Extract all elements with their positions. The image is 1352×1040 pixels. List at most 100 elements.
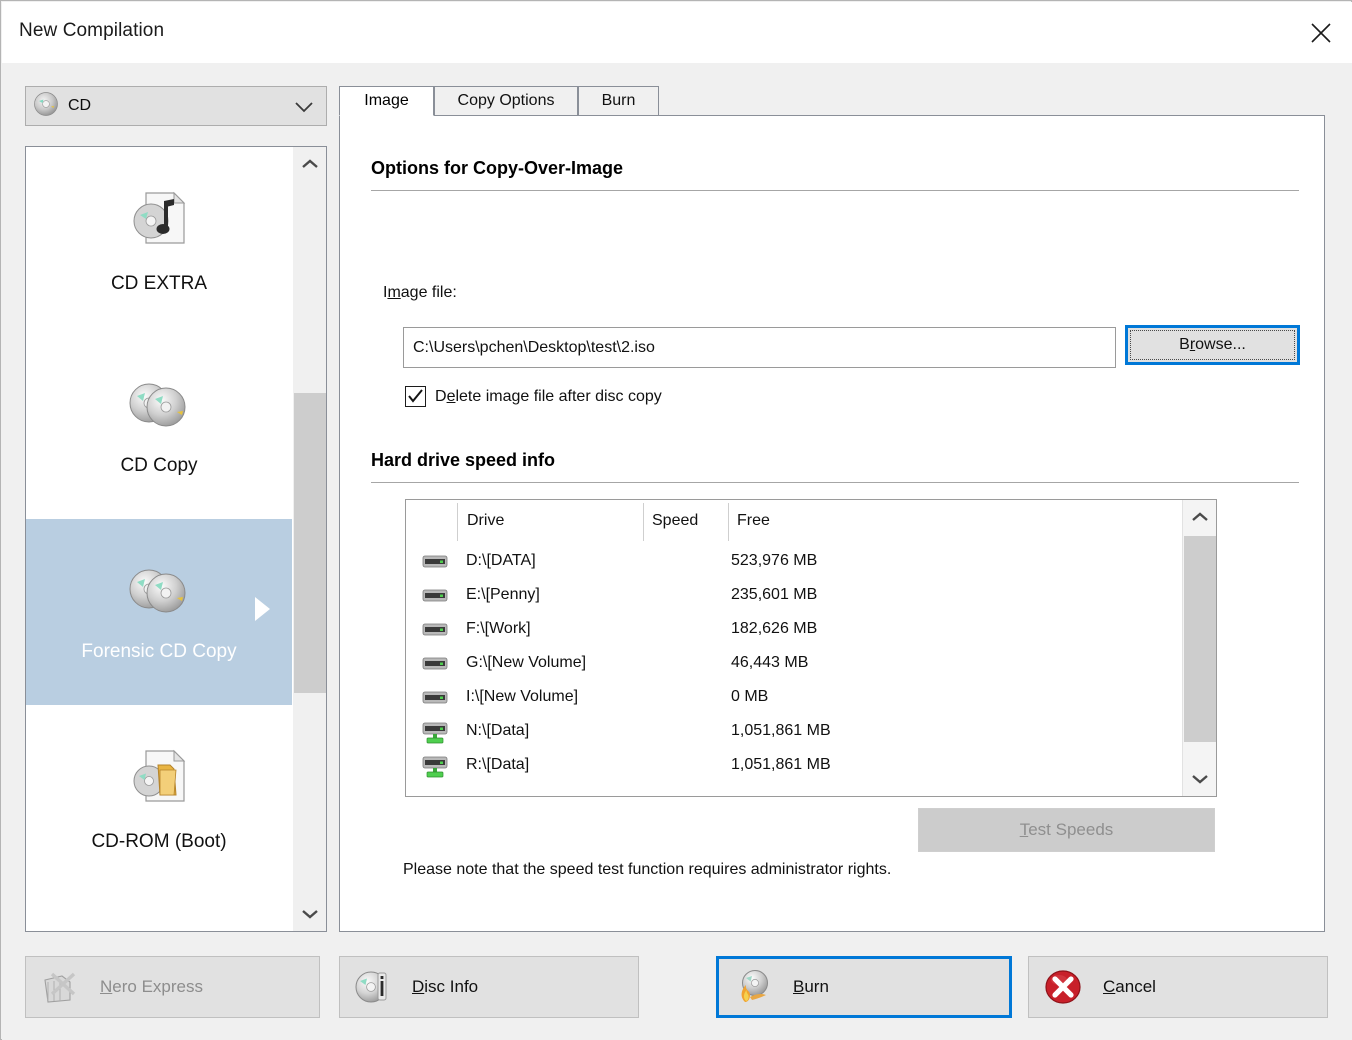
nero-express-icon xyxy=(40,968,82,1006)
cd-music-document-icon xyxy=(124,185,194,259)
table-row[interactable]: D:\[DATA] 523,976 MB xyxy=(406,544,1216,578)
column-header-speed[interactable]: Speed xyxy=(652,512,698,530)
two-discs-icon xyxy=(124,561,194,627)
footer-button-bar: Nero Express xyxy=(2,943,1352,1040)
test-speeds-label: Test Speeds xyxy=(1020,820,1114,840)
cell-drive: D:\[DATA] xyxy=(466,552,536,570)
cell-free: 235,601 MB xyxy=(731,586,817,604)
drive-table-scrollbar[interactable] xyxy=(1182,500,1216,796)
admin-rights-note: Please note that the speed test function… xyxy=(403,861,891,879)
column-divider xyxy=(728,503,729,541)
table-row[interactable]: G:\[New Volume] 46,443 MB xyxy=(406,646,1216,680)
hard-drive-icon xyxy=(422,585,448,609)
scrollbar-thumb[interactable] xyxy=(1184,536,1216,742)
cell-free: 46,443 MB xyxy=(731,654,808,672)
disc-info-label: Disc Info xyxy=(412,977,478,997)
speed-section-title: Hard drive speed info xyxy=(371,450,555,471)
cell-free: 523,976 MB xyxy=(731,552,817,570)
cancel-button[interactable]: Cancel xyxy=(1028,956,1328,1018)
table-row[interactable]: I:\[New Volume] 0 MB xyxy=(406,680,1216,714)
tab-burn[interactable]: Burn xyxy=(578,86,659,116)
compilation-type-cd-copy[interactable]: CD Copy xyxy=(26,333,292,519)
delete-image-checkbox[interactable] xyxy=(405,386,426,407)
label-mnemonic: C xyxy=(1103,977,1115,996)
label-part: est Speeds xyxy=(1028,820,1113,839)
media-type-select[interactable]: CD xyxy=(25,86,327,126)
red-x-icon xyxy=(1043,968,1085,1006)
cell-free: 1,051,861 MB xyxy=(731,756,831,774)
chevron-right-icon xyxy=(255,597,270,621)
burn-label: Burn xyxy=(793,977,829,997)
tab-label: Image xyxy=(364,92,408,110)
delete-image-checkbox-label: Delete image file after disc copy xyxy=(435,388,662,406)
compilation-type-list[interactable]: CD EXTRA xyxy=(25,146,327,932)
tab-label: Burn xyxy=(602,92,636,110)
tab-label: Copy Options xyxy=(458,92,555,110)
compilation-list-scrollbar[interactable] xyxy=(292,147,326,931)
tab-image[interactable]: Image xyxy=(339,86,434,116)
column-header-drive[interactable]: Drive xyxy=(467,512,504,530)
window-title: New Compilation xyxy=(19,20,164,42)
burn-button[interactable]: Burn xyxy=(716,956,1012,1018)
label-part: D xyxy=(435,388,447,405)
table-row[interactable]: E:\[Penny] 235,601 MB xyxy=(406,578,1216,612)
label-part: ancel xyxy=(1115,977,1156,996)
compilation-type-label: CD Copy xyxy=(120,455,197,477)
cell-drive: E:\[Penny] xyxy=(466,586,540,604)
media-type-value: CD xyxy=(68,97,91,115)
nero-express-button[interactable]: Nero Express xyxy=(25,956,320,1018)
scrollbar-thumb[interactable] xyxy=(294,393,326,693)
cell-drive: F:\[Work] xyxy=(466,620,531,638)
label-part: B xyxy=(1179,336,1190,353)
cancel-label: Cancel xyxy=(1103,977,1156,997)
compilation-type-cd-rom-boot[interactable]: CD-ROM (Boot) xyxy=(26,705,292,891)
cell-free: 182,626 MB xyxy=(731,620,817,638)
cell-drive: R:\[Data] xyxy=(466,756,529,774)
compilation-type-cd-extra[interactable]: CD EXTRA xyxy=(26,147,292,333)
hard-drive-icon xyxy=(422,551,448,575)
disc-info-button[interactable]: Disc Info xyxy=(339,956,639,1018)
network-drive-icon xyxy=(422,721,448,749)
column-header-free[interactable]: Free xyxy=(737,512,770,530)
label-mnemonic: D xyxy=(412,977,424,996)
label-part: owse... xyxy=(1195,336,1246,353)
table-row[interactable]: R:\[Data] 1,051,861 MB xyxy=(406,748,1216,782)
browse-button[interactable]: Browse... xyxy=(1125,325,1300,365)
scroll-up-icon[interactable] xyxy=(1183,500,1217,534)
compilation-type-forensic-cd-copy[interactable]: Forensic CD Copy xyxy=(26,519,292,705)
table-row[interactable]: N:\[Data] 1,051,861 MB xyxy=(406,714,1216,748)
label-mnemonic: m xyxy=(387,284,400,301)
label-part: urn xyxy=(804,977,829,996)
hard-drive-table[interactable]: Drive Speed Free xyxy=(405,499,1217,797)
compilation-type-label: CD EXTRA xyxy=(111,273,207,295)
scroll-down-icon[interactable] xyxy=(293,897,327,931)
tab-copy-options[interactable]: Copy Options xyxy=(434,86,578,116)
scroll-down-icon[interactable] xyxy=(1183,762,1217,796)
label-part: isc Info xyxy=(424,977,478,996)
network-drive-icon xyxy=(422,755,448,783)
new-compilation-dialog: New Compilation xyxy=(0,0,1352,1040)
tab-strip: Image Copy Options Burn xyxy=(339,86,1325,116)
cd-folder-document-icon xyxy=(124,743,194,817)
cd-disc-icon xyxy=(33,91,59,121)
image-file-input[interactable] xyxy=(403,327,1116,368)
close-icon[interactable] xyxy=(1290,2,1352,63)
cell-drive: N:\[Data] xyxy=(466,722,529,740)
compilation-type-items: CD EXTRA xyxy=(26,147,292,891)
table-header: Drive Speed Free xyxy=(406,500,1216,544)
scroll-up-icon[interactable] xyxy=(293,147,327,181)
cell-free: 1,051,861 MB xyxy=(731,722,831,740)
table-rows: D:\[DATA] 523,976 MB E:\[Penny] xyxy=(406,544,1216,782)
delete-image-checkbox-row[interactable]: Delete image file after disc copy xyxy=(405,386,662,407)
label-mnemonic: B xyxy=(793,977,804,996)
test-speeds-button[interactable]: Test Speeds xyxy=(918,808,1215,852)
chevron-down-icon[interactable] xyxy=(295,100,313,117)
hard-drive-icon xyxy=(422,653,448,677)
dialog-body: CD xyxy=(2,63,1352,1040)
label-part: ero Express xyxy=(112,977,203,996)
hard-drive-icon xyxy=(422,619,448,643)
section-divider xyxy=(371,482,1299,483)
column-divider xyxy=(643,503,644,541)
table-row[interactable]: F:\[Work] 182,626 MB xyxy=(406,612,1216,646)
title-bar: New Compilation xyxy=(2,2,1352,63)
